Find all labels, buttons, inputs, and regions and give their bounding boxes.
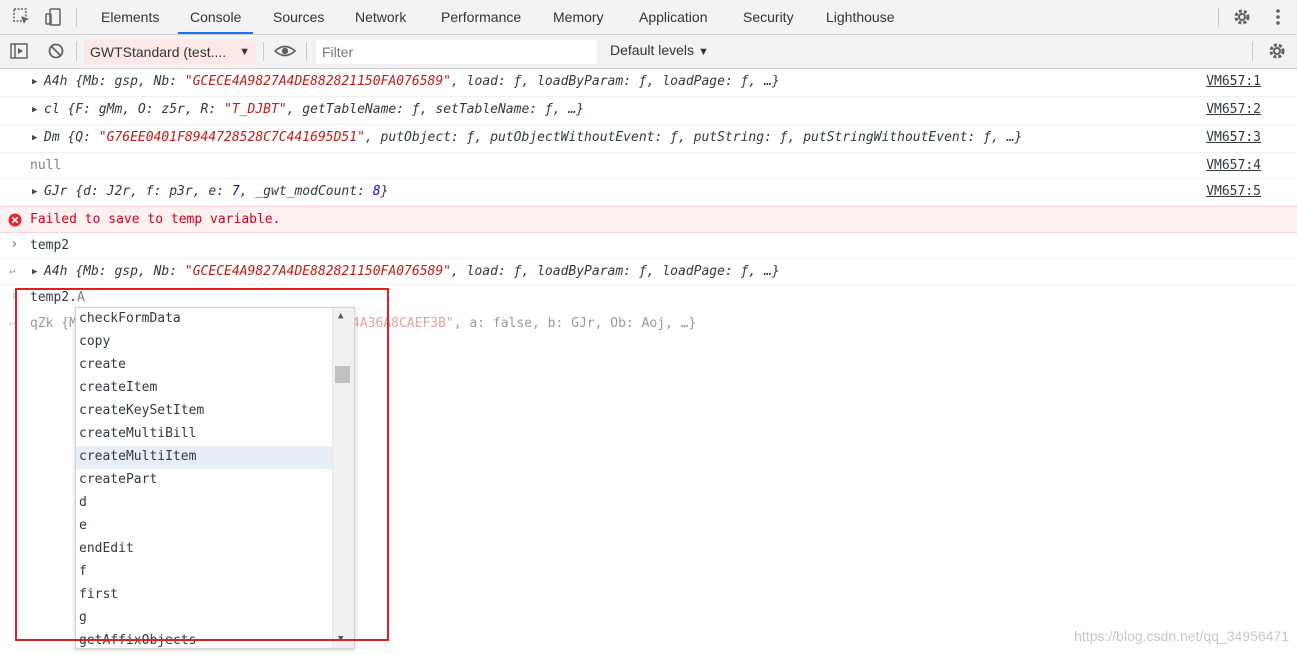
- suggestion-list: checkFormData copy create createItem createK…: [76, 308, 332, 648]
- console-message: ▶ A4h {Mb: gsp, Nb: "GCECE4A9827A4DE8828…: [0, 69, 1297, 97]
- log-levels-dropdown[interactable]: Default levels ▼: [610, 42, 709, 58]
- source-link[interactable]: VM657:1: [1206, 73, 1261, 91]
- scrollbar-thumb[interactable]: [335, 366, 350, 383]
- toolbar-separator: [76, 42, 77, 61]
- suggestion-item[interactable]: copy: [76, 331, 332, 354]
- console-input-line: › temp2: [0, 233, 1297, 259]
- object-preview[interactable]: GJr {d: J2r, f: p3r, e: 7, _gwt_modCount…: [44, 183, 388, 201]
- suggestion-item[interactable]: createMultiBill: [76, 423, 332, 446]
- device-toolbar-icon[interactable]: [44, 7, 64, 27]
- toolbar-separator: [1252, 42, 1253, 61]
- dropdown-arrow-icon: ▼: [239, 46, 250, 58]
- expand-triangle-icon[interactable]: ▶: [32, 101, 37, 119]
- devtools-tabbar: Elements Console Sources Network Perform…: [0, 0, 1297, 35]
- error-icon: [8, 213, 22, 227]
- source-link[interactable]: VM657:2: [1206, 101, 1261, 119]
- tabbar-separator: [76, 8, 77, 27]
- object-preview[interactable]: cl {F: gMm, O: z5r, R: "T_DJBT", getTabl…: [44, 101, 584, 119]
- more-options-icon[interactable]: [1268, 7, 1288, 27]
- expand-triangle-icon[interactable]: ▶: [32, 73, 37, 91]
- expand-triangle-icon[interactable]: ▶: [32, 183, 37, 201]
- suggestion-item[interactable]: getAffixObjects: [76, 630, 332, 648]
- source-link[interactable]: VM657:5: [1206, 183, 1261, 201]
- source-link[interactable]: VM657:3: [1206, 129, 1261, 147]
- suggestion-item[interactable]: d: [76, 492, 332, 515]
- suggestion-item[interactable]: f: [76, 561, 332, 584]
- suggestion-item[interactable]: createMultiItem: [76, 446, 332, 469]
- console-settings-gear-icon[interactable]: [1267, 41, 1287, 61]
- watermark-text: https://blog.csdn.net/qq_34956471: [1074, 628, 1289, 644]
- suggestion-item[interactable]: createKeySetItem: [76, 400, 332, 423]
- console-message: ▶ cl {F: gMm, O: z5r, R: "T_DJBT", getTa…: [0, 97, 1297, 125]
- result-arrow-icon: ↩: [9, 317, 16, 330]
- console-result-line: ↩ ▶ A4h {Mb: gsp, Nb: "GCECE4A9827A4DE88…: [0, 259, 1297, 285]
- log-levels-label: Default levels: [610, 42, 695, 58]
- tab-security[interactable]: Security: [731, 0, 806, 34]
- tabbar-separator: [1218, 8, 1219, 27]
- object-preview[interactable]: Dm {Q: "G76EE0401F8944728528C7C441695D51…: [44, 129, 1022, 147]
- inspect-element-icon[interactable]: [12, 7, 32, 27]
- tab-elements[interactable]: Elements: [89, 0, 171, 34]
- scroll-up-arrow-icon[interactable]: ▲: [338, 311, 343, 321]
- tab-network[interactable]: Network: [343, 0, 418, 34]
- settings-gear-icon[interactable]: [1232, 7, 1252, 27]
- execution-context-select[interactable]: GWTStandard (test.... ▼: [84, 39, 256, 65]
- object-preview[interactable]: A4h {Mb: gsp, Nb: "GCECE4A9827A4DE882821…: [44, 73, 780, 91]
- tab-memory[interactable]: Memory: [541, 0, 616, 34]
- source-link[interactable]: VM657:4: [1206, 157, 1261, 175]
- console-message: ▶ GJr {d: J2r, f: p3r, e: 7, _gwt_modCou…: [0, 179, 1297, 206]
- suggestion-item[interactable]: endEdit: [76, 538, 332, 561]
- entered-command: temp2: [30, 238, 70, 253]
- expand-triangle-icon[interactable]: ▶: [32, 263, 37, 281]
- suggestion-item[interactable]: create: [76, 354, 332, 377]
- filter-input[interactable]: [316, 40, 597, 64]
- tab-application[interactable]: Application: [627, 0, 720, 34]
- execution-context-value: GWTStandard (test....: [90, 44, 227, 60]
- object-preview[interactable]: A4h {Mb: gsp, Nb: "GCECE4A9827A4DE882821…: [44, 263, 780, 281]
- tab-performance[interactable]: Performance: [429, 0, 533, 34]
- clear-console-icon[interactable]: [46, 41, 66, 61]
- expand-triangle-icon[interactable]: ▶: [32, 129, 37, 147]
- tab-lighthouse[interactable]: Lighthouse: [814, 0, 907, 34]
- suggestion-item[interactable]: g: [76, 607, 332, 630]
- dropdown-arrow-icon: ▼: [697, 46, 709, 58]
- suggestion-item[interactable]: createItem: [76, 377, 332, 400]
- suggestion-item[interactable]: checkFormData: [76, 308, 332, 331]
- toolbar-separator: [263, 42, 264, 61]
- preview-text-start: qZk {M: [30, 316, 77, 331]
- show-sidebar-icon[interactable]: [9, 41, 29, 61]
- error-text: Failed to save to temp variable.: [30, 212, 281, 227]
- tab-console[interactable]: Console: [178, 0, 254, 34]
- prompt-chevron-icon: ›: [10, 236, 19, 252]
- console-message: ▶ Dm {Q: "G76EE0401F8944728528C7C441695D…: [0, 125, 1297, 153]
- console-message: null VM657:4: [0, 153, 1297, 179]
- suggestion-item[interactable]: first: [76, 584, 332, 607]
- prompt-chevron-icon: ›: [10, 288, 19, 304]
- suggestion-item[interactable]: createPart: [76, 469, 332, 492]
- result-arrow-icon: ↩: [9, 265, 16, 278]
- suggestion-item[interactable]: e: [76, 515, 332, 538]
- live-expression-eye-icon[interactable]: [274, 41, 296, 61]
- preview-text-end: 4A36A8CAEF3B", a: false, b: GJr, Ob: Aoj…: [352, 316, 697, 331]
- autocomplete-suggestions[interactable]: checkFormData copy create createItem createK…: [75, 307, 355, 649]
- scroll-down-arrow-icon[interactable]: ▼: [338, 634, 343, 644]
- console-error-message: Failed to save to temp variable.: [0, 206, 1297, 233]
- toolbar-separator: [306, 42, 307, 61]
- tab-sources[interactable]: Sources: [261, 0, 336, 34]
- null-value: null: [30, 158, 62, 173]
- suggestion-scrollbar[interactable]: ▲ ▼: [332, 308, 354, 648]
- prompt-input-text[interactable]: temp2.A: [30, 289, 85, 307]
